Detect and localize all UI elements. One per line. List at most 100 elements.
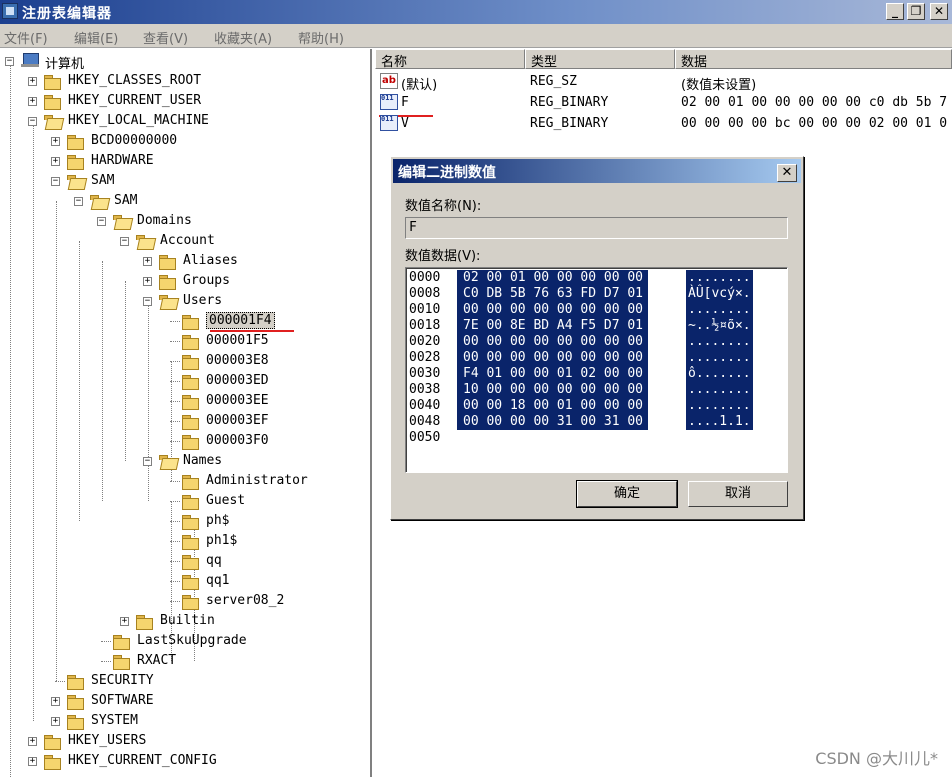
- tree-connector: [170, 341, 180, 342]
- expand-icon[interactable]: +: [28, 97, 37, 106]
- collapse-icon[interactable]: −: [143, 457, 152, 466]
- registry-tree-pane[interactable]: − 计算机 + HKEY_CLASSES_ROOT + HKEY_CURRENT_USER…: [0, 49, 372, 777]
- folder-icon: [182, 493, 199, 510]
- menu-edit[interactable]: 编辑(E): [74, 28, 118, 47]
- expand-icon[interactable]: +: [143, 277, 152, 286]
- hex-bytes: 00 00 00 00 00 00 00 00: [457, 302, 649, 318]
- collapse-icon[interactable]: −: [143, 297, 152, 306]
- menu-view[interactable]: 查看(V): [143, 28, 188, 47]
- hex-row[interactable]: 0010 00 00 00 00 00 00 00 00........: [406, 302, 786, 318]
- tree-node[interactable]: RXACT: [0, 651, 370, 671]
- tree-node[interactable]: − Domains: [0, 211, 370, 231]
- tree-node[interactable]: − Account: [0, 231, 370, 251]
- folder-icon: [182, 413, 199, 430]
- tree-node[interactable]: − Users: [0, 291, 370, 311]
- tree-node[interactable]: + HKEY_USERS: [0, 731, 370, 751]
- dialog-close-button[interactable]: ✕: [777, 164, 797, 182]
- menu-help[interactable]: 帮助(H): [298, 28, 344, 47]
- tree-node[interactable]: + SOFTWARE: [0, 691, 370, 711]
- hex-offset: 0038: [409, 382, 441, 397]
- tree-node[interactable]: Administrator: [0, 471, 370, 491]
- tree-node[interactable]: + Builtin: [0, 611, 370, 631]
- hex-row[interactable]: 0008 C0 DB 5B 76 63 FD D7 01 ÀÛ[vcý×.: [406, 286, 786, 302]
- tree-node[interactable]: SECURITY: [0, 671, 370, 691]
- expand-icon[interactable]: +: [51, 157, 60, 166]
- close-button[interactable]: ✕: [930, 3, 948, 20]
- tree-node[interactable]: + HKEY_CLASSES_ROOT: [0, 71, 370, 91]
- ok-button[interactable]: 确定: [576, 480, 678, 508]
- tree-node[interactable]: 000003E8: [0, 351, 370, 371]
- expand-icon[interactable]: +: [28, 737, 37, 746]
- tree-node[interactable]: ph$: [0, 511, 370, 531]
- tree-node[interactable]: Guest: [0, 491, 370, 511]
- tree-node[interactable]: ph1$: [0, 531, 370, 551]
- tree-node[interactable]: LastSkuUpgrade: [0, 631, 370, 651]
- hex-row[interactable]: 0028 00 00 00 00 00 00 00 00........: [406, 350, 786, 366]
- tree-node[interactable]: + Groups: [0, 271, 370, 291]
- collapse-icon[interactable]: −: [97, 217, 106, 226]
- tree-node[interactable]: 000001F5: [0, 331, 370, 351]
- tree-node[interactable]: − Names: [0, 451, 370, 471]
- tree-node[interactable]: 000001F4: [0, 311, 370, 331]
- hex-row[interactable]: 0000 02 00 01 00 00 00 00 00........: [406, 270, 786, 286]
- hex-row[interactable]: 0048 00 00 00 00 31 00 31 00 ....1.1.: [406, 414, 786, 430]
- column-header-name[interactable]: 名称: [375, 49, 525, 70]
- expand-icon[interactable]: +: [120, 617, 129, 626]
- column-header-data[interactable]: 数据: [675, 49, 952, 70]
- value-row-default[interactable]: ab (默认) REG_SZ (数值未设置): [375, 71, 952, 93]
- menu-file[interactable]: 文件(F): [4, 28, 48, 47]
- tree-node[interactable]: − 计算机: [0, 51, 370, 72]
- expand-icon[interactable]: +: [51, 717, 60, 726]
- tree-node[interactable]: + SYSTEM: [0, 711, 370, 731]
- tree-node[interactable]: 000003EE: [0, 391, 370, 411]
- expand-icon[interactable]: +: [28, 77, 37, 86]
- tree-node[interactable]: + HKEY_CURRENT_USER: [0, 91, 370, 111]
- watermark: CSDN @大川儿*: [815, 749, 938, 768]
- hex-row[interactable]: 0038 10 00 00 00 00 00 00 00........: [406, 382, 786, 398]
- collapse-icon[interactable]: −: [51, 177, 60, 186]
- collapse-icon[interactable]: −: [120, 237, 129, 246]
- menu-favorites[interactable]: 收藏夹(A): [214, 28, 272, 47]
- folder-icon: [67, 173, 83, 188]
- tree-node-label: 计算机: [45, 57, 85, 72]
- tree-node[interactable]: + HKEY_CURRENT_CONFIG: [0, 751, 370, 771]
- hex-editor[interactable]: 0000 02 00 01 00 00 00 00 00........ 0008 C…: [405, 267, 788, 473]
- value-row-v[interactable]: 011 110 V REG_BINARY 00 00 00 00 bc 00 0…: [375, 113, 952, 134]
- tree-node[interactable]: − SAM: [0, 191, 370, 211]
- tree-node-label: SECURITY: [91, 673, 154, 688]
- column-header-type[interactable]: 类型: [525, 49, 675, 70]
- title-bar: 注册表编辑器 _ ❐ ✕: [0, 0, 952, 24]
- hex-row[interactable]: 0030 F4 01 00 00 01 02 00 00 ô.......: [406, 366, 786, 382]
- expand-icon[interactable]: +: [28, 757, 37, 766]
- cancel-button[interactable]: 取消: [688, 481, 788, 507]
- collapse-icon[interactable]: −: [28, 117, 37, 126]
- tree-node[interactable]: + BCD00000000: [0, 131, 370, 151]
- tree-node[interactable]: − HKEY_LOCAL_MACHINE: [0, 111, 370, 131]
- tree-node[interactable]: 000003ED: [0, 371, 370, 391]
- collapse-icon[interactable]: −: [5, 57, 14, 66]
- hex-row[interactable]: 0018 7E 00 8E BD A4 F5 D7 01 ~..½¤õ×.: [406, 318, 786, 334]
- minimize-button[interactable]: _: [886, 3, 904, 20]
- tree-connector: [170, 541, 180, 542]
- expand-icon[interactable]: +: [51, 697, 60, 706]
- tree-node[interactable]: qq: [0, 551, 370, 571]
- tree-node[interactable]: 000003EF: [0, 411, 370, 431]
- collapse-icon[interactable]: −: [74, 197, 83, 206]
- tree-node-label: Aliases: [183, 253, 238, 268]
- hex-row[interactable]: 0050: [406, 430, 786, 446]
- expand-icon[interactable]: +: [51, 137, 60, 146]
- hex-row[interactable]: 0040 00 00 18 00 01 00 00 00........: [406, 398, 786, 414]
- expand-icon[interactable]: +: [143, 257, 152, 266]
- value-row-f[interactable]: 011 110 F REG_BINARY 02 00 01 00 00 00 0…: [375, 92, 952, 113]
- tree-node[interactable]: server08_2: [0, 591, 370, 611]
- hex-ascii: ........: [686, 334, 753, 350]
- tree-node[interactable]: − SAM: [0, 171, 370, 191]
- tree-connector: [170, 561, 180, 562]
- restore-button[interactable]: ❐: [907, 3, 925, 20]
- tree-node[interactable]: + Aliases: [0, 251, 370, 271]
- tree-node[interactable]: + HARDWARE: [0, 151, 370, 171]
- hex-row[interactable]: 0020 00 00 00 00 00 00 00 00........: [406, 334, 786, 350]
- tree-node[interactable]: 000003F0: [0, 431, 370, 451]
- hex-bytes: 10 00 00 00 00 00 00 00: [457, 382, 649, 398]
- tree-node[interactable]: qq1: [0, 571, 370, 591]
